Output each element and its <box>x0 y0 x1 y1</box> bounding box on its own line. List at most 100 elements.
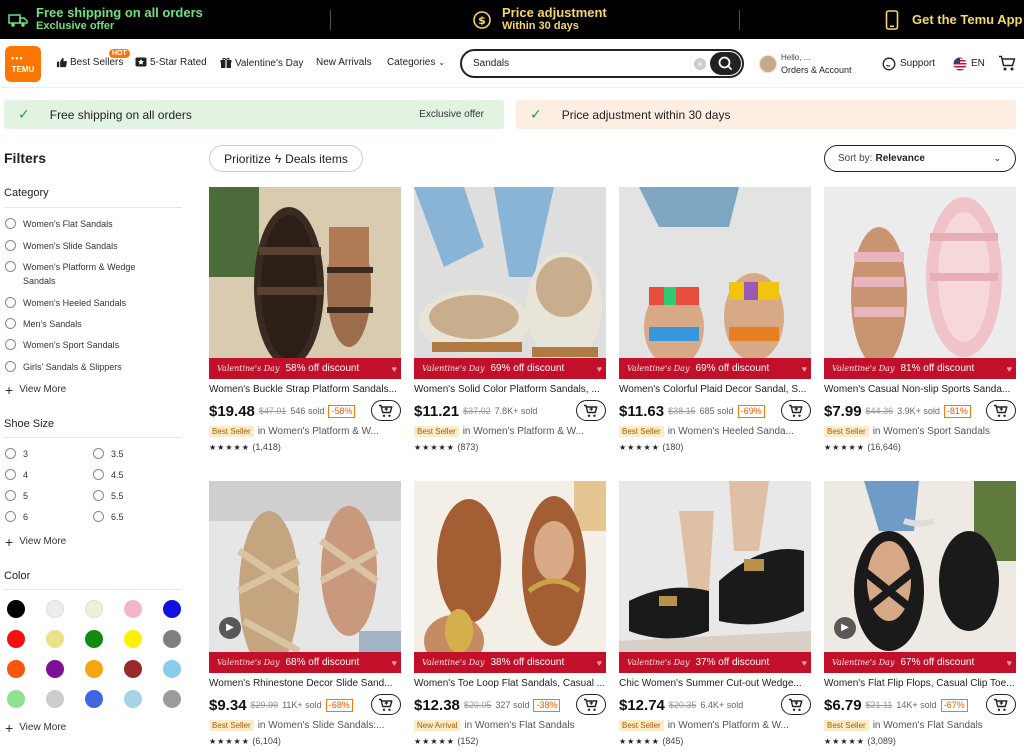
rating-row[interactable]: ★★★★★ (152) <box>414 736 606 746</box>
radio-icon[interactable] <box>93 511 104 522</box>
product-category[interactable]: in Women's Slide Sandals:... <box>258 720 385 731</box>
promo-app[interactable]: Get the Temu App <box>885 0 1023 39</box>
color-swatch[interactable] <box>124 630 142 648</box>
rating-row[interactable]: ★★★★★ (16,646) <box>824 442 1016 452</box>
shoe-size-option[interactable]: 3 <box>5 447 28 461</box>
shoe-size-option[interactable]: 6.5 <box>93 510 124 524</box>
product-category[interactable]: in Women's Heeled Sanda... <box>668 426 794 437</box>
nav-best-sellers[interactable]: Best Sellers <box>56 57 123 68</box>
shoe-size-option[interactable]: 4 <box>5 468 28 482</box>
category-option[interactable]: Women's Flat Sandals <box>5 217 165 231</box>
play-video-icon[interactable]: ▶ <box>219 617 241 639</box>
view-more-colors[interactable]: + View More <box>5 721 66 735</box>
cart-button[interactable] <box>998 39 1016 88</box>
product-title[interactable]: Women's Toe Loop Flat Sandals, Casual ..… <box>414 678 606 689</box>
nav-valentines[interactable]: Valentine's Day <box>220 57 303 69</box>
nav-categories[interactable]: Categories ⌄ <box>387 57 445 68</box>
radio-icon[interactable] <box>5 469 16 480</box>
sort-dropdown[interactable]: Sort by: Relevance ⌄ <box>824 145 1016 172</box>
add-to-cart-button[interactable] <box>576 400 606 421</box>
play-video-icon[interactable]: ▶ <box>834 617 856 639</box>
category-option[interactable]: Women's Platform & Wedge Sandals <box>5 260 165 288</box>
product-title[interactable]: Women's Rhinestone Decor Slide Sand... <box>209 678 401 689</box>
product-image[interactable]: Valentine's Day 69% off discount ♥ <box>619 187 811 379</box>
temu-logo[interactable]: ▪▪▪ TEMU <box>5 46 41 82</box>
category-option[interactable]: Women's Slide Sandals <box>5 239 165 253</box>
category-option[interactable]: Women's Heeled Sandals <box>5 296 165 310</box>
color-swatch[interactable] <box>163 600 181 618</box>
promo-shipping[interactable]: Free shipping on all orders Exclusive of… <box>8 0 203 39</box>
color-swatch[interactable] <box>46 690 64 708</box>
search-button[interactable] <box>710 52 741 75</box>
support-link[interactable]: Support <box>882 39 935 88</box>
rating-row[interactable]: ★★★★★ (1,418) <box>209 442 401 452</box>
product-title[interactable]: Women's Colorful Plaid Decor Sandal, S..… <box>619 384 811 395</box>
rating-row[interactable]: ★★★★★ (6,104) <box>209 736 401 746</box>
radio-icon[interactable] <box>93 448 104 459</box>
color-swatch[interactable] <box>7 660 25 678</box>
view-more-sizes[interactable]: + View More <box>5 535 66 549</box>
color-swatch[interactable] <box>46 630 64 648</box>
product-card[interactable]: Valentine's Day 58% off discount ♥ Women… <box>209 187 401 452</box>
radio-icon[interactable] <box>93 469 104 480</box>
color-swatch[interactable] <box>85 630 103 648</box>
radio-icon[interactable] <box>93 490 104 501</box>
product-card[interactable]: Valentine's Day 37% off discount ♥ Chic … <box>619 481 811 746</box>
shoe-size-option[interactable]: 5.5 <box>93 489 124 503</box>
product-card[interactable]: Valentine's Day 38% off discount ♥ Women… <box>414 481 606 746</box>
nav-new-arrivals[interactable]: New Arrivals <box>316 57 372 68</box>
add-to-cart-button[interactable] <box>576 694 606 715</box>
add-to-cart-button[interactable] <box>781 400 811 421</box>
rating-row[interactable]: ★★★★★ (3,089) <box>824 736 1016 746</box>
rating-row[interactable]: ★★★★★ (845) <box>619 736 811 746</box>
free-shipping-banner[interactable]: ✓ Free shipping on all orders Exclusive … <box>4 100 504 129</box>
product-card[interactable]: Valentine's Day 81% off discount ♥ Women… <box>824 187 1016 452</box>
category-option[interactable]: Girls' Sandals & Slippers <box>5 360 165 374</box>
color-swatch[interactable] <box>124 690 142 708</box>
promo-price-adjust[interactable]: $ Price adjustment Within 30 days <box>472 0 607 39</box>
account-menu[interactable]: Hello, ... Orders & Account <box>759 39 852 88</box>
color-swatch[interactable] <box>85 660 103 678</box>
product-image[interactable]: ▶ Valentine's Day 68% off discount ♥ <box>209 481 401 673</box>
rating-row[interactable]: ★★★★★ (873) <box>414 442 606 452</box>
color-swatch[interactable] <box>124 600 142 618</box>
radio-icon[interactable] <box>5 261 16 272</box>
radio-icon[interactable] <box>5 240 16 251</box>
color-swatch[interactable] <box>46 660 64 678</box>
radio-icon[interactable] <box>5 218 16 229</box>
product-card[interactable]: Valentine's Day 69% off discount ♥ Women… <box>619 187 811 452</box>
add-to-cart-button[interactable] <box>986 400 1016 421</box>
add-to-cart-button[interactable] <box>781 694 811 715</box>
color-swatch[interactable] <box>163 630 181 648</box>
color-swatch[interactable] <box>7 630 25 648</box>
add-to-cart-button[interactable] <box>371 400 401 421</box>
language-selector[interactable]: EN <box>953 39 985 88</box>
product-card[interactable]: Valentine's Day 69% off discount ♥ Women… <box>414 187 606 452</box>
radio-icon[interactable] <box>5 339 16 350</box>
radio-icon[interactable] <box>5 448 16 459</box>
radio-icon[interactable] <box>5 297 16 308</box>
color-swatch[interactable] <box>85 690 103 708</box>
nav-five-star[interactable]: 5-Star Rated <box>135 57 207 68</box>
product-image[interactable]: Valentine's Day 38% off discount ♥ <box>414 481 606 673</box>
shoe-size-option[interactable]: 3.5 <box>93 447 124 461</box>
product-card[interactable]: ▶ Valentine's Day 67% off discount ♥ Wom… <box>824 481 1016 746</box>
category-option[interactable]: Men's Sandals <box>5 317 165 331</box>
product-category[interactable]: in Women's Flat Sandals <box>873 720 983 731</box>
color-swatch[interactable] <box>124 660 142 678</box>
search-input[interactable] <box>473 58 693 69</box>
color-swatch[interactable] <box>46 600 64 618</box>
color-swatch[interactable] <box>7 690 25 708</box>
product-image[interactable]: ▶ Valentine's Day 67% off discount ♥ <box>824 481 1016 673</box>
clear-icon[interactable]: × <box>694 58 706 70</box>
product-card[interactable]: ▶ Valentine's Day 68% off discount ♥ Wom… <box>209 481 401 746</box>
product-category[interactable]: in Women's Platform & W... <box>668 720 789 731</box>
add-to-cart-button[interactable] <box>371 694 401 715</box>
color-swatch[interactable] <box>7 600 25 618</box>
prioritize-deals-toggle[interactable]: Prioritize ϟ Deals items <box>209 145 363 172</box>
price-adjustment-banner[interactable]: ✓ Price adjustment within 30 days <box>516 100 1016 129</box>
color-swatch[interactable] <box>163 690 181 708</box>
rating-row[interactable]: ★★★★★ (180) <box>619 442 811 452</box>
radio-icon[interactable] <box>5 318 16 329</box>
product-title[interactable]: Women's Casual Non-slip Sports Sanda... <box>824 384 1016 395</box>
